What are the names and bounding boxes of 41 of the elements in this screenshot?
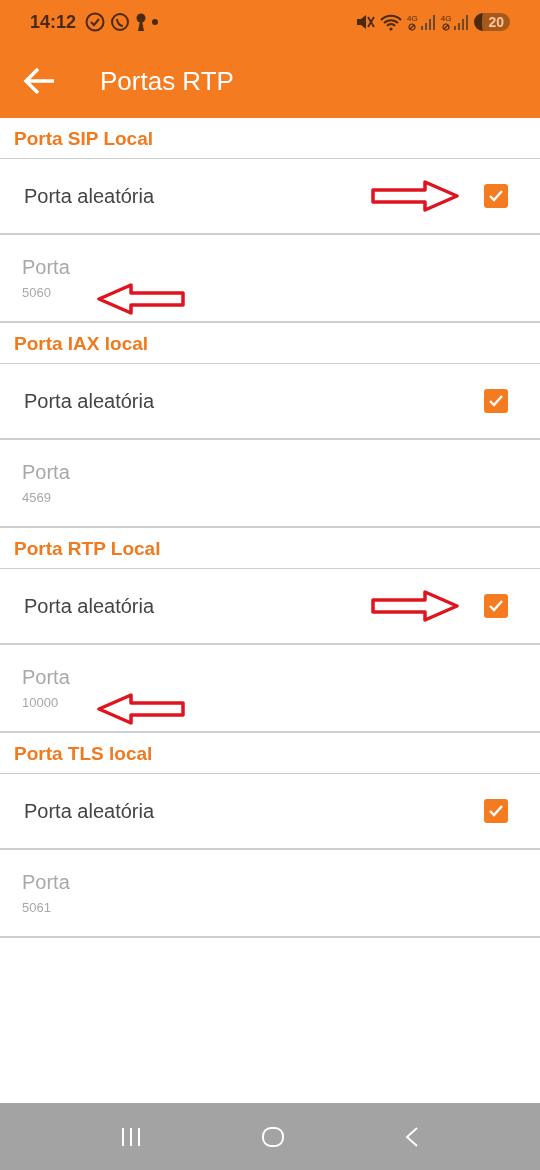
setting-value: 5060 [22,285,52,300]
recent-apps-icon[interactable] [119,1126,142,1147]
checkbox[interactable] [484,594,508,618]
battery-level: 20 [474,13,510,31]
section-header: Porta SIP Local [0,118,540,159]
status-time: 14:12 [30,11,77,33]
checkbox-row[interactable]: Porta aleatória [0,569,540,645]
checkbox[interactable] [484,389,508,413]
home-icon[interactable] [261,1125,285,1148]
setting-label: Porta [22,461,71,484]
wifi-icon [380,12,403,32]
setting-label: Porta [22,256,71,279]
checkbox[interactable] [484,799,508,823]
setting-value: 5061 [22,900,52,915]
section-header: Porta TLS local [0,733,540,774]
no-data-icon [442,22,451,31]
screen-title: Portas RTP [100,65,234,97]
checkbox-row[interactable]: Porta aleatória [0,159,540,235]
dot-icon [152,19,159,25]
checkbox-row[interactable]: Porta aleatória [0,774,540,850]
back-arrow-icon[interactable] [22,66,56,96]
setting-label: Porta [22,666,71,689]
setting-label: Porta [22,871,71,894]
section-header: Porta RTP Local [0,528,540,569]
checkbox[interactable] [484,184,508,208]
checkbox-label: Porta aleatória [24,184,155,208]
check-circle-icon [85,12,106,32]
network-label: 4G [440,14,452,23]
signal-icon [419,13,436,31]
checkbox-label: Porta aleatória [24,594,155,618]
mute-icon [356,12,376,32]
setting-value: 10000 [22,695,60,710]
section-header: Porta IAX local [0,323,540,364]
checkbox-row[interactable]: Porta aleatória [0,364,540,440]
no-data-icon [408,22,417,31]
checkbox-label: Porta aleatória [24,389,155,413]
signal-icon [453,13,470,31]
checkbox-label: Porta aleatória [24,799,155,823]
network-label: 4G [407,14,418,23]
setting-value: 4569 [22,490,52,505]
keyhole-icon [135,12,148,32]
